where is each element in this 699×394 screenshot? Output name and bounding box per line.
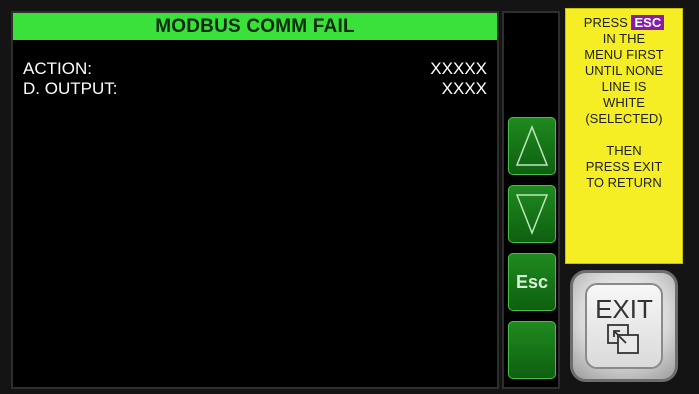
help-line: PRESS EXIT [585, 159, 663, 174]
row-label: ACTION: [23, 59, 92, 78]
navigation-column: Esc [502, 11, 560, 389]
esc-button[interactable]: Esc [508, 253, 556, 311]
help-line: LINE IS [601, 79, 647, 94]
scroll-down-button[interactable] [508, 185, 556, 243]
exit-label: EXIT [595, 294, 653, 324]
help-note: PRESS ESC IN THE MENU FIRST UNTIL NONE L… [565, 8, 683, 264]
esc-button-label: Esc [515, 271, 549, 292]
help-line: TO RETURN [586, 175, 662, 190]
triangle-down-icon [515, 194, 549, 236]
help-line: PRESS ESC [566, 15, 682, 31]
exit-button[interactable]: EXIT [570, 270, 678, 382]
list-item-digital-output: D. OUTPUT: XXXX [23, 79, 487, 99]
list-item-action: ACTION: XXXXX [23, 59, 487, 79]
scroll-up-button[interactable] [508, 117, 556, 175]
row-label: D. OUTPUT: [23, 79, 118, 98]
triangle-up-icon [515, 124, 549, 166]
page-title: MODBUS COMM FAIL [13, 13, 497, 40]
exit-button-face: EXIT [585, 283, 663, 369]
help-line: IN THE [602, 31, 646, 46]
status-panel: MODBUS COMM FAIL ACTION: XXXXX D. OUTPUT… [11, 11, 499, 389]
row-value: XXXX [441, 79, 487, 98]
help-line: UNTIL NONE [584, 63, 664, 78]
row-value: XXXXX [430, 59, 487, 78]
window-exit-icon [607, 324, 639, 354]
hmi-frame: MODBUS COMM FAIL ACTION: XXXXX D. OUTPUT… [0, 0, 699, 394]
esc-tag: ESC [631, 15, 665, 30]
help-line: THEN [606, 143, 642, 158]
help-prefix: PRESS [583, 15, 628, 30]
help-line: (SELECTED) [585, 111, 663, 126]
help-line: MENU FIRST [584, 47, 664, 62]
blank-button[interactable] [508, 321, 556, 379]
help-spacer [566, 127, 682, 143]
help-line: WHITE [603, 95, 645, 110]
